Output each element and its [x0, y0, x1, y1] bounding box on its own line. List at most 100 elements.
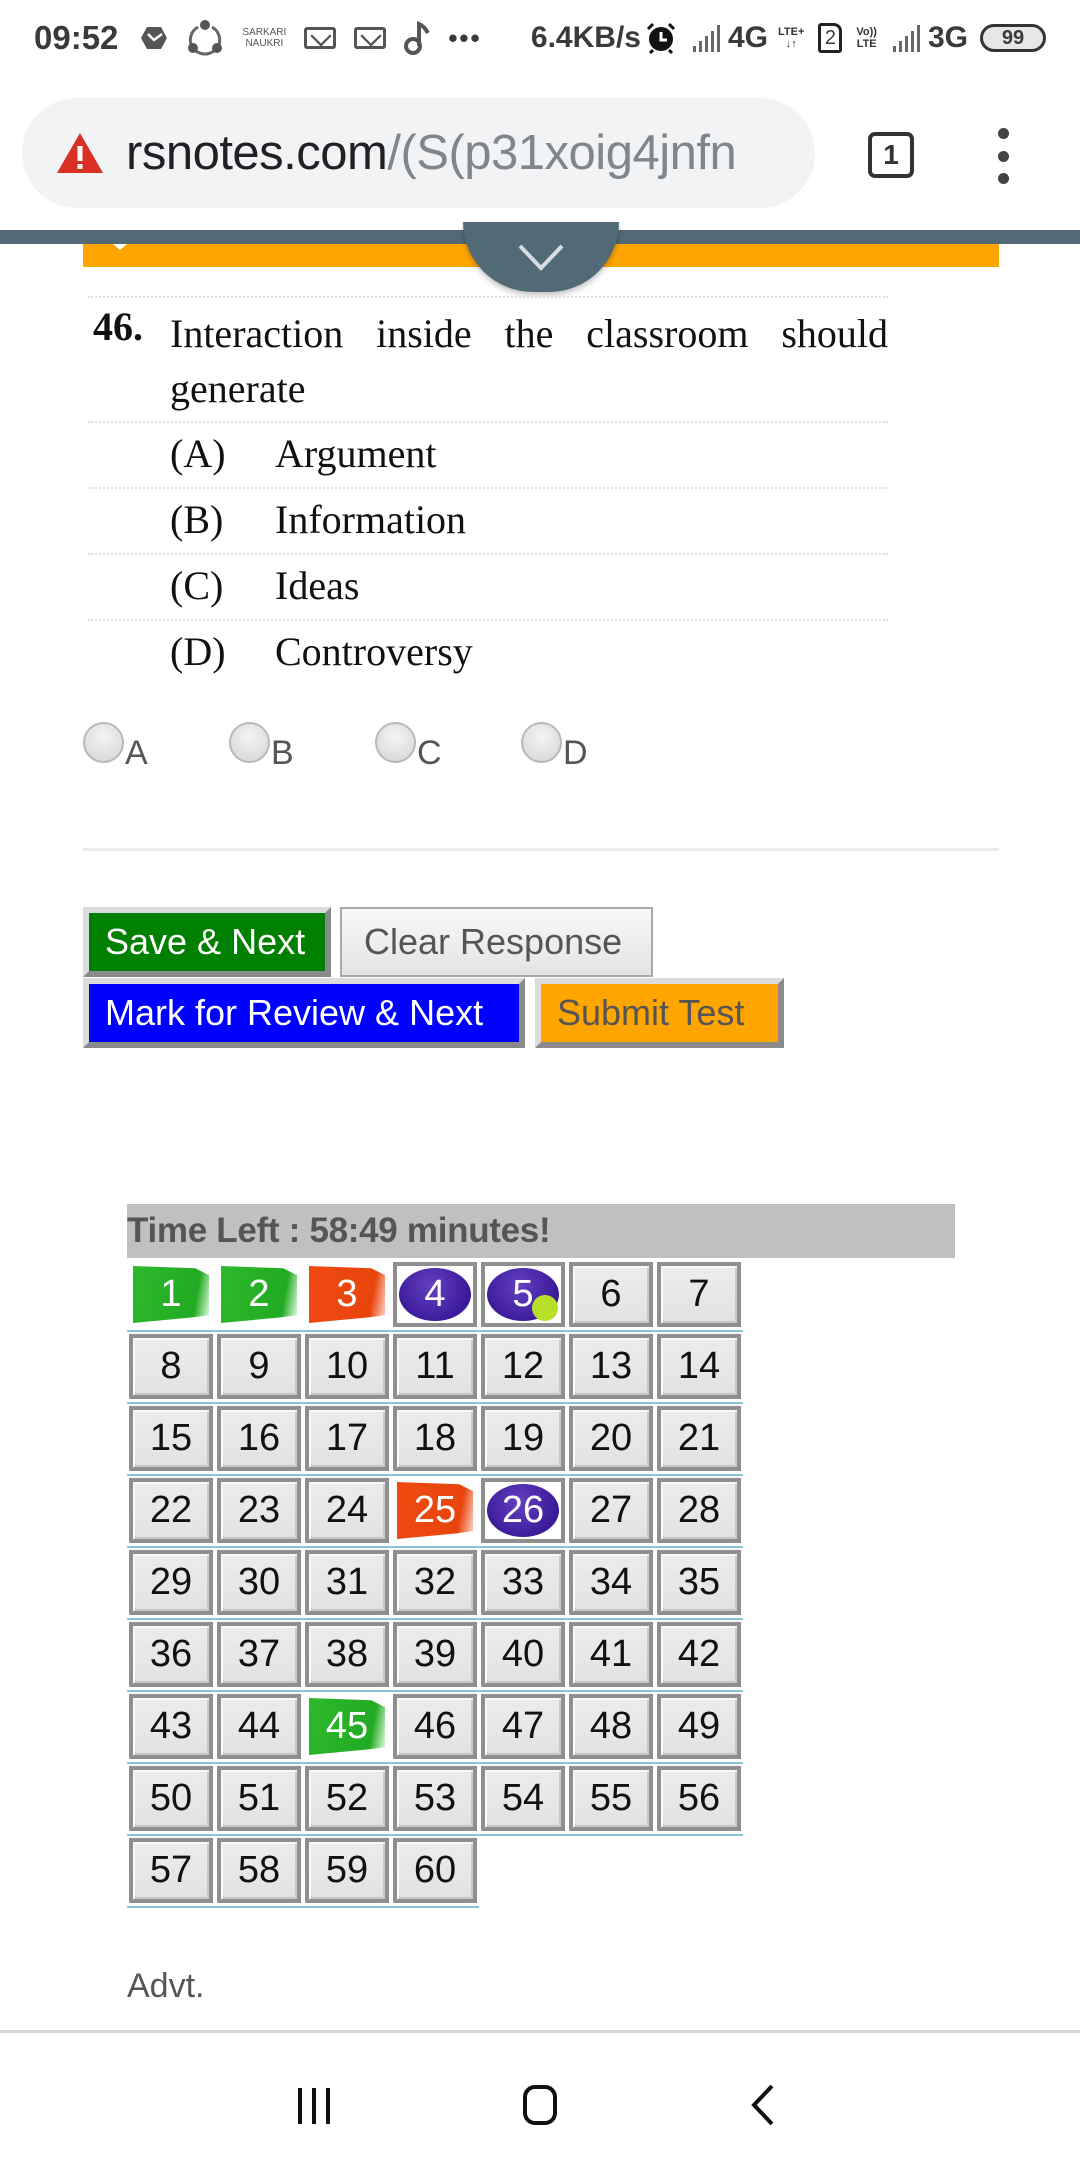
palette-cell-face[interactable]: 42: [657, 1622, 741, 1687]
palette-cell-face[interactable]: 25: [397, 1482, 473, 1539]
palette-question-12[interactable]: 12: [479, 1332, 567, 1404]
answer-choice-a[interactable]: A: [83, 722, 229, 772]
palette-question-11[interactable]: 11: [391, 1332, 479, 1404]
palette-question-54[interactable]: 54: [479, 1764, 567, 1836]
palette-cell-face[interactable]: 45: [309, 1698, 385, 1755]
palette-question-2[interactable]: 2: [215, 1260, 303, 1332]
palette-cell-face[interactable]: 22: [129, 1478, 213, 1543]
palette-question-7[interactable]: 7: [655, 1260, 743, 1332]
palette-cell-face[interactable]: 30: [217, 1550, 301, 1615]
palette-question-17[interactable]: 17: [303, 1404, 391, 1476]
palette-cell-face[interactable]: 13: [569, 1334, 653, 1399]
palette-cell-face[interactable]: 4: [393, 1262, 477, 1327]
not-secure-warning-icon[interactable]: [56, 132, 104, 174]
palette-question-3[interactable]: 3: [303, 1260, 391, 1332]
palette-question-4[interactable]: 4: [391, 1260, 479, 1332]
palette-question-29[interactable]: 29: [127, 1548, 215, 1620]
palette-question-50[interactable]: 50: [127, 1764, 215, 1836]
recents-icon[interactable]: [298, 2088, 330, 2124]
palette-cell-face[interactable]: 19: [481, 1406, 565, 1471]
palette-question-30[interactable]: 30: [215, 1548, 303, 1620]
palette-cell-face[interactable]: 23: [217, 1478, 301, 1543]
palette-question-15[interactable]: 15: [127, 1404, 215, 1476]
palette-cell-face[interactable]: 40: [481, 1622, 565, 1687]
palette-cell-face[interactable]: 56: [657, 1766, 741, 1831]
palette-question-58[interactable]: 58: [215, 1836, 303, 1908]
palette-cell-face[interactable]: 59: [305, 1838, 389, 1903]
palette-cell-face[interactable]: 48: [569, 1694, 653, 1759]
save-next-button[interactable]: Save & Next: [83, 907, 331, 977]
palette-question-56[interactable]: 56: [655, 1764, 743, 1836]
palette-cell-face[interactable]: 7: [657, 1262, 741, 1327]
palette-question-32[interactable]: 32: [391, 1548, 479, 1620]
palette-question-37[interactable]: 37: [215, 1620, 303, 1692]
radio-a[interactable]: [83, 722, 124, 763]
palette-question-8[interactable]: 8: [127, 1332, 215, 1404]
palette-question-60[interactable]: 60: [391, 1836, 479, 1908]
palette-question-53[interactable]: 53: [391, 1764, 479, 1836]
palette-question-27[interactable]: 27: [567, 1476, 655, 1548]
palette-question-43[interactable]: 43: [127, 1692, 215, 1764]
palette-question-45[interactable]: 45: [303, 1692, 391, 1764]
palette-question-22[interactable]: 22: [127, 1476, 215, 1548]
palette-question-51[interactable]: 51: [215, 1764, 303, 1836]
palette-cell-face[interactable]: 52: [305, 1766, 389, 1831]
palette-cell-face[interactable]: 5: [481, 1262, 565, 1327]
palette-cell-face[interactable]: 49: [657, 1694, 741, 1759]
mark-review-next-button[interactable]: Mark for Review & Next: [83, 978, 525, 1048]
palette-cell-face[interactable]: 36: [129, 1622, 213, 1687]
palette-cell-face[interactable]: 53: [393, 1766, 477, 1831]
palette-question-18[interactable]: 18: [391, 1404, 479, 1476]
palette-cell-face[interactable]: 31: [305, 1550, 389, 1615]
palette-question-31[interactable]: 31: [303, 1548, 391, 1620]
palette-question-1[interactable]: 1: [127, 1260, 215, 1332]
palette-question-9[interactable]: 9: [215, 1332, 303, 1404]
palette-question-36[interactable]: 36: [127, 1620, 215, 1692]
palette-question-59[interactable]: 59: [303, 1836, 391, 1908]
palette-cell-face[interactable]: 6: [569, 1262, 653, 1327]
palette-cell-face[interactable]: 2: [221, 1266, 297, 1323]
palette-cell-face[interactable]: 50: [129, 1766, 213, 1831]
radio-d[interactable]: [521, 722, 562, 763]
palette-question-46[interactable]: 46: [391, 1692, 479, 1764]
palette-cell-face[interactable]: 27: [569, 1478, 653, 1543]
palette-cell-face[interactable]: 8: [129, 1334, 213, 1399]
palette-cell-face[interactable]: 41: [569, 1622, 653, 1687]
tab-switcher-button[interactable]: 1: [868, 132, 914, 178]
palette-cell-face[interactable]: 39: [393, 1622, 477, 1687]
palette-cell-face[interactable]: 11: [393, 1334, 477, 1399]
palette-cell-face[interactable]: 20: [569, 1406, 653, 1471]
palette-question-16[interactable]: 16: [215, 1404, 303, 1476]
palette-cell-face[interactable]: 54: [481, 1766, 565, 1831]
palette-cell-face[interactable]: 55: [569, 1766, 653, 1831]
radio-b[interactable]: [229, 722, 270, 763]
palette-question-20[interactable]: 20: [567, 1404, 655, 1476]
palette-cell-face[interactable]: 29: [129, 1550, 213, 1615]
palette-cell-face[interactable]: 60: [393, 1838, 477, 1903]
palette-cell-face[interactable]: 14: [657, 1334, 741, 1399]
palette-cell-face[interactable]: 17: [305, 1406, 389, 1471]
palette-question-23[interactable]: 23: [215, 1476, 303, 1548]
palette-cell-face[interactable]: 24: [305, 1478, 389, 1543]
palette-cell-face[interactable]: 34: [569, 1550, 653, 1615]
palette-cell-face[interactable]: 58: [217, 1838, 301, 1903]
back-icon[interactable]: [748, 2083, 778, 2127]
palette-cell-face[interactable]: 47: [481, 1694, 565, 1759]
palette-question-39[interactable]: 39: [391, 1620, 479, 1692]
palette-cell-face[interactable]: 3: [309, 1266, 385, 1323]
palette-cell-face[interactable]: 44: [217, 1694, 301, 1759]
palette-question-26[interactable]: 26: [479, 1476, 567, 1548]
palette-cell-face[interactable]: 35: [657, 1550, 741, 1615]
palette-cell-face[interactable]: 57: [129, 1838, 213, 1903]
palette-cell-face[interactable]: 46: [393, 1694, 477, 1759]
palette-question-57[interactable]: 57: [127, 1836, 215, 1908]
palette-question-10[interactable]: 10: [303, 1332, 391, 1404]
palette-cell-face[interactable]: 18: [393, 1406, 477, 1471]
palette-cell-face[interactable]: 21: [657, 1406, 741, 1471]
palette-question-21[interactable]: 21: [655, 1404, 743, 1476]
palette-question-52[interactable]: 52: [303, 1764, 391, 1836]
palette-cell-face[interactable]: 26: [481, 1478, 565, 1543]
url-text[interactable]: rsnotes.com/(S(p31xoig4jnfn: [126, 125, 737, 181]
palette-question-14[interactable]: 14: [655, 1332, 743, 1404]
palette-cell-face[interactable]: 33: [481, 1550, 565, 1615]
